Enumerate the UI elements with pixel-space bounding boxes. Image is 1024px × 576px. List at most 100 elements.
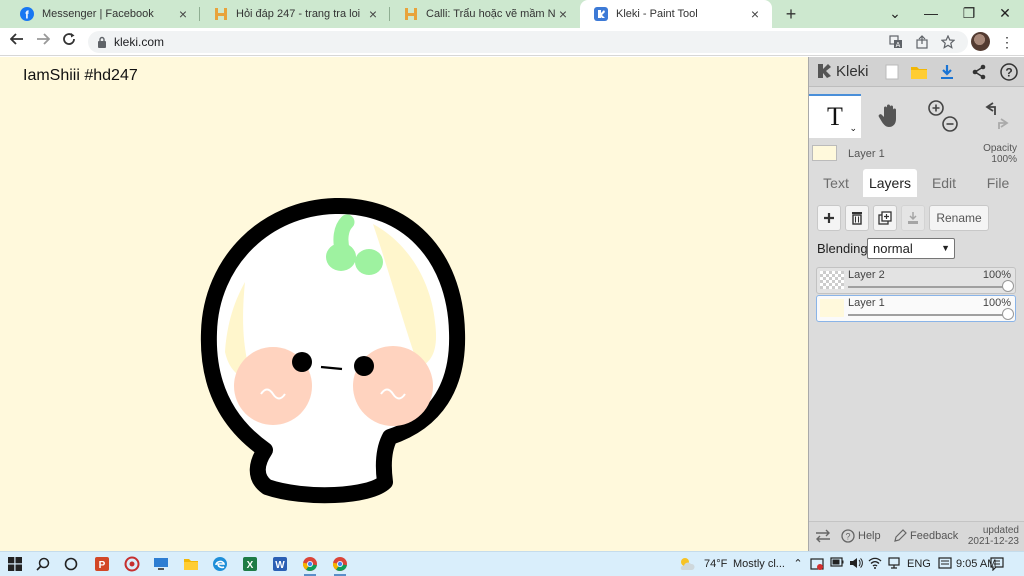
zoom-button[interactable] <box>917 94 969 138</box>
rename-layer-button[interactable]: Rename <box>929 205 989 231</box>
undo-redo-button[interactable] <box>971 94 1023 138</box>
svg-text:?: ? <box>845 532 850 542</box>
address-bar[interactable]: kleki.com A <box>88 31 968 53</box>
excel-icon[interactable]: X <box>241 555 259 573</box>
swap-side-icon[interactable] <box>815 529 831 543</box>
tab-kleki[interactable]: Kleki - Paint Tool × <box>580 0 772 28</box>
layer-opacity-handle[interactable] <box>1002 280 1014 292</box>
help-label: Help <box>858 530 881 542</box>
tab-close-icon[interactable]: × <box>366 6 380 22</box>
language-indicator[interactable]: ENG <box>907 558 931 570</box>
layer-item-layer-1[interactable]: Layer 1 100% <box>816 295 1016 322</box>
text-tool-icon: T <box>827 102 843 131</box>
forward-arrow-icon[interactable] <box>33 32 53 52</box>
url-text: kleki.com <box>114 35 165 49</box>
kleki-header: Kleki ? <box>809 57 1024 87</box>
duplicate-icon <box>878 211 892 225</box>
app-red-icon[interactable] <box>123 555 141 573</box>
reload-icon[interactable] <box>59 32 79 52</box>
search-icon[interactable] <box>34 555 52 573</box>
new-image-icon[interactable] <box>882 62 902 82</box>
more-menu-icon[interactable]: ⋮ <box>1000 33 1014 51</box>
text-tool-button[interactable]: T ⌄ <box>809 94 861 138</box>
network-icon[interactable] <box>887 557 901 571</box>
tab-messenger[interactable]: f Messenger | Facebook × <box>6 0 200 28</box>
volume-icon[interactable] <box>849 557 863 571</box>
kleki-logo[interactable]: Kleki <box>815 62 869 80</box>
share-icon[interactable] <box>914 35 930 49</box>
updated-date: 2021-12-23 <box>967 536 1019 547</box>
bookmark-star-icon[interactable] <box>940 34 956 49</box>
hand-tool-button[interactable] <box>864 94 916 138</box>
weather-description: Mostly cl... <box>733 558 785 570</box>
powerpoint-icon[interactable]: P <box>93 555 111 573</box>
color-row: Layer 1 Opacity 100% <box>809 143 1024 165</box>
tab-close-icon[interactable]: × <box>176 6 190 22</box>
translate-icon[interactable]: A <box>888 35 904 49</box>
notification-icon[interactable] <box>990 557 1004 572</box>
tab-calli[interactable]: Calli: Trẩu hoặc vẽ mầm NL: Hoid × <box>390 0 580 28</box>
opacity-label: Opacity <box>983 143 1017 154</box>
facebook-icon: f <box>20 7 34 21</box>
blending-select[interactable]: normal ▼ <box>867 238 955 259</box>
updated-info[interactable]: updated 2021-12-23 <box>968 525 1019 547</box>
tool-row: T ⌄ <box>809 94 1024 138</box>
chevron-up-icon[interactable]: ⌃ <box>791 557 805 571</box>
windows-start-icon[interactable] <box>6 555 24 573</box>
tab-search-icon[interactable]: ⌄ <box>876 0 914 28</box>
help-link[interactable]: ? Help <box>841 529 881 543</box>
help-icon[interactable]: ? <box>999 62 1019 82</box>
canvas-text: IamShiii #hd247 <box>23 67 138 84</box>
chrome-icon[interactable] <box>331 555 349 576</box>
tab-title: Hỏi đáp 247 - trang tra loi <box>236 8 361 20</box>
tab-hoidap247[interactable]: Hỏi đáp 247 - trang tra loi × <box>200 0 390 28</box>
layer-opacity-slider[interactable] <box>848 286 1009 288</box>
ime-icon[interactable] <box>938 557 952 571</box>
tab-edit[interactable]: Edit <box>917 169 971 197</box>
svg-text:P: P <box>99 560 106 571</box>
feedback-link[interactable]: Feedback <box>893 529 958 543</box>
merge-down-icon <box>908 212 918 224</box>
hoidap-h-icon <box>404 7 418 21</box>
tab-file[interactable]: File <box>971 169 1024 197</box>
chrome-icon[interactable] <box>301 555 319 576</box>
open-folder-icon[interactable] <box>909 62 929 82</box>
color-swatch[interactable] <box>812 145 837 161</box>
tab-close-icon[interactable]: × <box>748 6 762 22</box>
minimize-button[interactable]: — <box>912 0 950 28</box>
tab-close-icon[interactable]: × <box>556 6 570 22</box>
layer-opacity-slider[interactable] <box>848 314 1009 316</box>
tab-title: Messenger | Facebook <box>42 8 154 20</box>
word-icon[interactable]: W <box>271 555 289 573</box>
tab-layers[interactable]: Layers <box>863 169 917 197</box>
merge-down-button[interactable] <box>901 205 925 231</box>
weather-icon[interactable] <box>678 555 696 573</box>
file-explorer-icon[interactable] <box>182 555 200 573</box>
add-layer-button[interactable] <box>817 205 841 231</box>
chevron-down-icon[interactable]: ⌄ <box>849 123 857 134</box>
edge-icon[interactable] <box>211 555 229 573</box>
desktop-icon[interactable] <box>152 555 170 573</box>
cortana-icon[interactable] <box>62 555 80 573</box>
wifi-icon[interactable] <box>868 557 882 571</box>
layer-item-layer-2[interactable]: Layer 2 100% <box>816 267 1016 294</box>
restore-button[interactable]: ❐ <box>950 0 988 28</box>
profile-avatar[interactable] <box>971 32 990 51</box>
drawing-canvas[interactable]: IamShiii #hd247 <box>0 57 808 551</box>
antivirus-icon[interactable] <box>810 557 824 571</box>
current-layer-label: Layer 1 <box>848 148 885 160</box>
battery-icon[interactable] <box>830 557 844 571</box>
share-icon[interactable] <box>969 62 989 82</box>
delete-layer-button[interactable] <box>845 205 869 231</box>
download-icon[interactable] <box>937 62 957 82</box>
new-tab-button[interactable]: + <box>781 4 801 24</box>
duplicate-layer-button[interactable] <box>873 205 897 231</box>
back-arrow-icon[interactable] <box>7 32 27 52</box>
tab-text[interactable]: Text <box>809 169 863 197</box>
chevron-down-icon: ▼ <box>941 243 950 253</box>
close-window-button[interactable]: ✕ <box>986 0 1024 28</box>
opacity-indicator[interactable]: Opacity 100% <box>983 143 1017 165</box>
kleki-logo-text: Kleki <box>836 62 869 80</box>
kleki-tabs: Text Layers Edit File <box>809 169 1024 197</box>
layer-opacity-handle[interactable] <box>1002 308 1014 320</box>
